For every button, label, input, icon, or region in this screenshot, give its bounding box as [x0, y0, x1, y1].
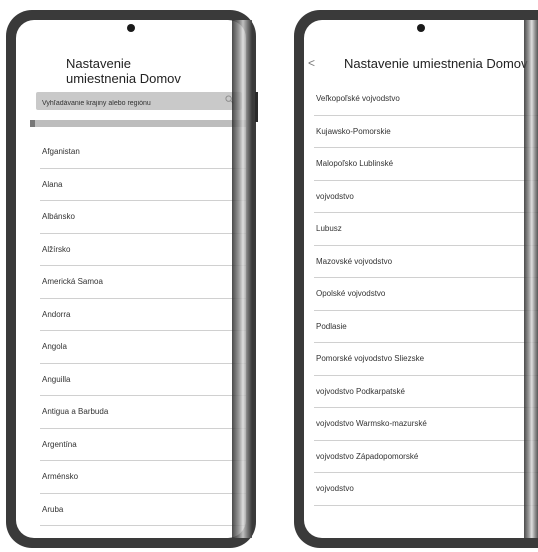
province-item[interactable]: Opolské vojvodstvo [314, 278, 538, 311]
search-input[interactable] [42, 94, 212, 113]
phone-right: < Nastavenie umiestnenia Domov Veľkopoľs… [294, 10, 538, 548]
phone-left: Nastavenie umiestnenia Domov AfganistanA… [6, 10, 256, 548]
country-item[interactable]: Alana [40, 169, 246, 201]
province-item[interactable]: vojvodstvo Západopomorské [314, 441, 538, 473]
page-title: Nastavenie umiestnenia Domov [66, 56, 181, 86]
scroll-progress [30, 120, 246, 127]
province-item[interactable]: Lubusz [314, 213, 538, 246]
chevron-left-icon[interactable]: < [308, 56, 315, 70]
country-list: Afganistan Alana Albánsko Alžírsko Americká … [40, 136, 246, 526]
province-item[interactable]: vojvodstvo Warmsko-mazurské [314, 408, 538, 441]
page-title: Nastavenie umiestnenia Domov [344, 56, 528, 71]
country-item[interactable]: Angola [40, 331, 246, 364]
country-item[interactable]: Americká Samoa [40, 266, 246, 299]
province-item[interactable]: vojvodstvo [314, 181, 538, 213]
search-bar[interactable] [36, 92, 242, 113]
province-item[interactable]: Veľkopoľské vojvodstvo [314, 83, 538, 116]
country-item[interactable]: Anguilla [40, 364, 246, 396]
camera-icon [127, 24, 135, 32]
province-item[interactable]: Pomorské vojvodstvo Sliezske [314, 343, 538, 376]
country-item[interactable]: Antigua a Barbuda [40, 396, 246, 429]
screen-right: < Nastavenie umiestnenia Domov Veľkopoľs… [304, 20, 538, 538]
curved-edge [232, 20, 252, 538]
province-item[interactable]: Kujawsko-Pomorskie [314, 116, 538, 148]
country-item[interactable]: Andorra [40, 299, 246, 331]
province-list: Veľkopoľské vojvodstvo Kujawsko-Pomorskie… [314, 83, 538, 506]
country-item[interactable]: Aruba [40, 494, 246, 526]
province-item[interactable]: vojvodstvo Podkarpatské [314, 376, 538, 408]
country-item[interactable]: Afganistan [40, 136, 246, 169]
country-item[interactable]: Argentína [40, 429, 246, 461]
province-item[interactable]: Podlasie [314, 311, 538, 343]
country-item[interactable]: Arménsko [40, 461, 246, 494]
scroll-progress-fill [30, 120, 35, 127]
country-item[interactable]: Albánsko [40, 201, 246, 234]
country-item[interactable]: Alžírsko [40, 234, 246, 266]
camera-icon [417, 24, 425, 32]
screen-left: Nastavenie umiestnenia Domov AfganistanA… [16, 20, 246, 538]
side-button [255, 92, 258, 122]
curved-edge [524, 20, 538, 538]
province-item[interactable]: vojvodstvo [314, 473, 538, 506]
province-item[interactable]: Mazovské vojvodstvo [314, 246, 538, 278]
province-item[interactable]: Malopoľsko Lublinské [314, 148, 538, 181]
